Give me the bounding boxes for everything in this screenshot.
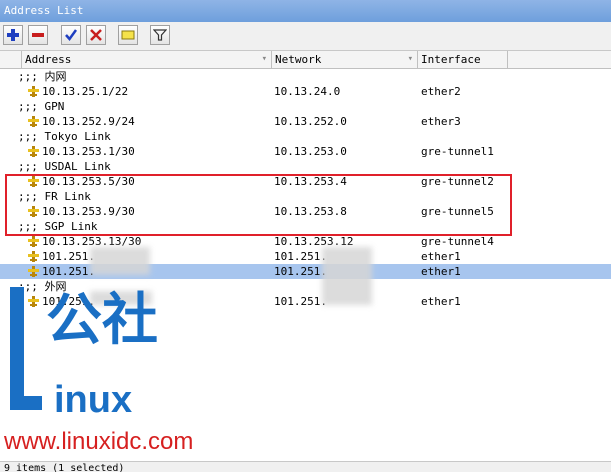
filter-icon — [153, 29, 167, 41]
cell-network: 10.13.24.0 — [274, 85, 341, 98]
comment-row[interactable]: ;;; Tokyo Link — [0, 129, 611, 144]
add-icon — [7, 29, 19, 41]
cell-interface: ether1 — [421, 295, 461, 308]
window-title: Address List — [4, 4, 84, 17]
table-header: Address ▾ Network ▾ Interface — [0, 51, 611, 69]
header-spacer — [0, 51, 22, 68]
cell-network: 10.13.252.0 — [274, 115, 347, 128]
row-comment: ;;; GPN — [18, 100, 65, 113]
highlight-box — [5, 174, 512, 236]
enable-button[interactable] — [61, 25, 81, 45]
row-comment: ;;; Tokyo Link — [18, 130, 111, 143]
filter-button[interactable] — [150, 25, 170, 45]
linux-watermark-icon: 公社 inux — [10, 287, 158, 421]
ip-address-icon — [28, 146, 39, 157]
cell-address: 101.251. — [42, 265, 95, 278]
column-header-network-label: Network — [275, 53, 322, 66]
comment-icon — [121, 30, 135, 40]
sort-icon: ▾ — [407, 54, 413, 64]
comment-row[interactable]: ;;; GPN — [0, 99, 611, 114]
cell-interface: ether2 — [421, 85, 461, 98]
comment-row[interactable]: ;;; 内网 — [0, 69, 611, 84]
toolbar — [0, 22, 611, 51]
row-comment: ;;; 内网 — [18, 70, 67, 83]
window-titlebar: Address List — [0, 0, 611, 22]
cell-network: 10.13.253.0 — [274, 145, 347, 158]
disable-x-icon — [90, 29, 102, 41]
cell-interface: ether1 — [421, 265, 461, 278]
redaction-blur — [322, 247, 372, 305]
watermark-word: inux — [54, 379, 132, 421]
column-header-address[interactable]: Address ▾ — [22, 51, 272, 68]
table-row[interactable]: 10.13.253.1/30 10.13.253.0 gre-tunnel1 — [0, 144, 611, 159]
ip-address-icon — [28, 266, 39, 277]
ip-address-icon — [28, 86, 39, 97]
disable-button[interactable] — [86, 25, 106, 45]
column-header-interface-label: Interface — [421, 53, 481, 66]
comment-button[interactable] — [118, 25, 138, 45]
cell-address: 10.13.252.9/24 — [42, 115, 135, 128]
column-header-address-label: Address — [25, 53, 72, 66]
column-header-network[interactable]: Network ▾ — [272, 51, 418, 68]
add-button[interactable] — [3, 25, 23, 45]
comment-row[interactable]: ;;; USDAL Link — [0, 159, 611, 174]
sort-icon: ▾ — [261, 54, 267, 64]
enable-check-icon — [65, 29, 78, 42]
remove-button[interactable] — [28, 25, 48, 45]
table-row[interactable]: 10.13.252.9/24 10.13.252.0 ether3 — [0, 114, 611, 129]
ip-address-icon — [28, 236, 39, 247]
cell-interface: gre-tunnel4 — [421, 235, 494, 248]
column-header-interface[interactable]: Interface — [418, 51, 508, 68]
row-comment: ;;; USDAL Link — [18, 160, 111, 173]
cell-interface: ether3 — [421, 115, 461, 128]
cell-address: 10.13.25.1/22 — [42, 85, 129, 98]
ip-address-icon — [28, 116, 39, 127]
watermark-url: www.linuxidc.com — [4, 428, 194, 455]
remove-icon — [32, 33, 44, 37]
watermark-brand: 公社 — [46, 288, 158, 353]
cell-address: 101.251. — [42, 250, 95, 263]
cell-interface: gre-tunnel1 — [421, 145, 494, 158]
ip-address-icon — [28, 251, 39, 262]
cell-interface: ether1 — [421, 250, 461, 263]
status-bar: 9 items (1 selected) — [0, 461, 611, 472]
watermark-logo: 公社 inux — [6, 287, 206, 425]
cell-address: 10.13.253.1/30 — [42, 145, 135, 158]
table-row[interactable]: 10.13.25.1/22 10.13.24.0 ether2 — [0, 84, 611, 99]
redaction-blur — [90, 247, 150, 275]
